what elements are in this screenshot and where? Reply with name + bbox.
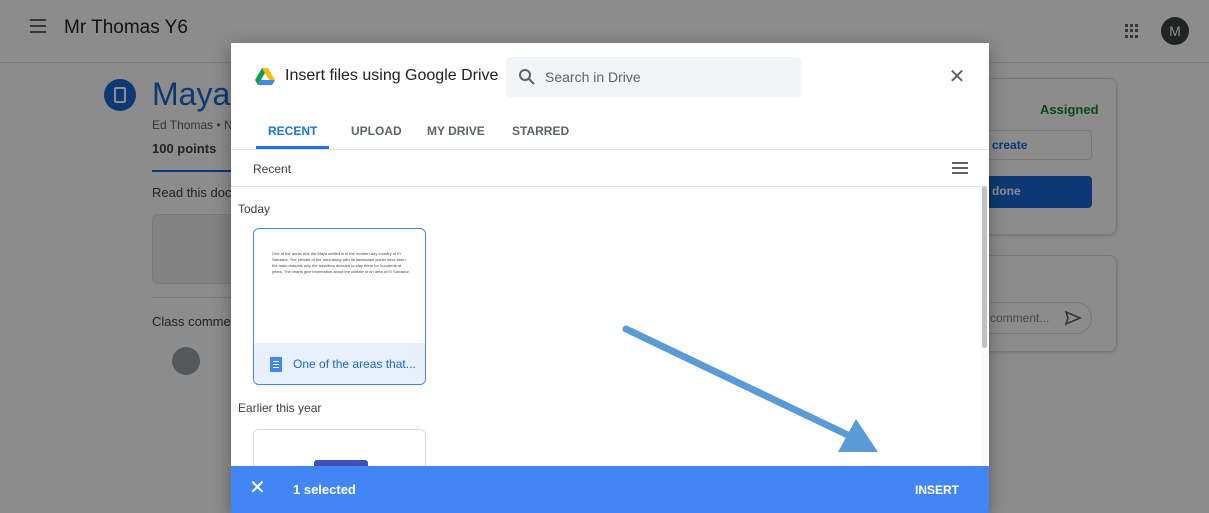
- tab-my-drive[interactable]: MY DRIVE: [427, 124, 485, 138]
- selection-bar: ✕ 1 selected INSERT: [231, 466, 989, 513]
- group-label-today: Today: [238, 202, 271, 216]
- section-header: Recent: [253, 162, 292, 176]
- list-view-icon[interactable]: [952, 162, 968, 174]
- search-placeholder: Search in Drive: [545, 69, 641, 85]
- file-preview-text: One of the areas that the Maya settled i…: [272, 251, 410, 274]
- close-icon[interactable]: ✕: [947, 67, 967, 87]
- file-card-selected[interactable]: One of the areas that the Maya settled i…: [253, 228, 426, 385]
- drive-picker-dialog: Insert files using Google Drive Search i…: [231, 43, 989, 513]
- insert-button[interactable]: INSERT: [915, 483, 959, 497]
- tab-starred[interactable]: STARRED: [512, 124, 569, 138]
- selection-count: 1 selected: [293, 482, 356, 497]
- google-drive-icon: [255, 68, 275, 85]
- drive-search-input[interactable]: Search in Drive: [506, 57, 801, 97]
- clear-selection-icon[interactable]: ✕: [249, 478, 266, 498]
- tab-recent[interactable]: RECENT: [268, 124, 317, 138]
- file-card-footer: One of the areas that...: [254, 343, 425, 384]
- dialog-title: Insert files using Google Drive: [285, 67, 499, 84]
- divider: [231, 186, 989, 187]
- google-docs-icon: [270, 357, 282, 372]
- search-icon: [519, 69, 535, 85]
- group-label-earlier: Earlier this year: [238, 401, 322, 415]
- file-preview: One of the areas that the Maya settled i…: [254, 229, 425, 343]
- divider: [231, 149, 989, 150]
- scrollbar[interactable]: [981, 186, 989, 466]
- scrollbar-thumb[interactable]: [982, 186, 987, 348]
- tab-upload[interactable]: UPLOAD: [351, 124, 402, 138]
- file-name: One of the areas that...: [293, 357, 416, 371]
